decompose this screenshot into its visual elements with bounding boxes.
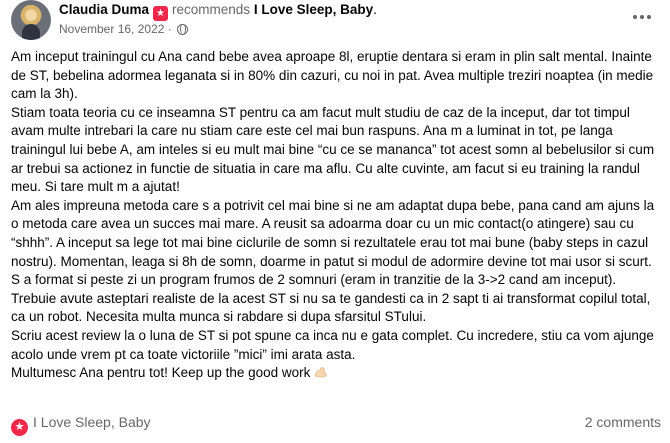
recommend-badge-icon: ★ [153, 6, 169, 21]
dot [640, 15, 644, 19]
post-meta: November 16, 2022 · [59, 22, 189, 36]
globe-icon[interactable] [177, 24, 189, 35]
post-date[interactable]: November 16, 2022 [59, 22, 164, 36]
flexed-biceps-emoji [314, 367, 327, 378]
post-paragraph: Trebuie avute asteptari realiste de la a… [11, 290, 651, 325]
page-name-link[interactable]: I Love Sleep, Baby [254, 2, 373, 17]
author-avatar[interactable] [11, 0, 51, 40]
post-text: Am inceput trainingul cu Ana cand bebe a… [11, 48, 661, 383]
post-header: Claudia Duma ★ recommends I Love Sleep, Ba… [11, 0, 661, 44]
meta-separator: · [167, 22, 172, 36]
page-footer-label[interactable]: I Love Sleep, Baby [33, 414, 151, 430]
post-paragraph: Am inceput trainingul cu Ana cand bebe a… [11, 49, 654, 102]
author-line: Claudia Duma ★ recommends I Love Sleep, Ba… [59, 2, 377, 21]
review-post-card: Claudia Duma ★ recommends I Love Sleep, Ba… [0, 0, 670, 443]
author-name[interactable]: Claudia Duma [59, 2, 149, 17]
post-paragraph: Stiam toata teoria cu ce inseamna ST pen… [11, 104, 655, 195]
dot [633, 15, 637, 19]
post-paragraph: Am ales impreuna metoda care s a potrivi… [11, 197, 655, 288]
post-footer: ★ I Love Sleep, Baby 2 comments [11, 414, 661, 436]
post-paragraph: Scriu acest review la o luna de ST si po… [11, 327, 654, 362]
post-paragraph: Multumesc Ana pentru tot! Keep up the go… [11, 365, 311, 381]
sentence-period: . [373, 2, 377, 17]
comments-count-link[interactable]: 2 comments [585, 414, 661, 430]
page-footer-link[interactable]: ★ I Love Sleep, Baby [11, 414, 151, 436]
more-options-icon[interactable] [631, 6, 653, 28]
post-paragraph-last: Multumesc Ana pentru tot! Keep up the go… [11, 364, 661, 383]
dot [647, 15, 651, 19]
recommends-label: recommends [172, 2, 251, 17]
star-badge-icon: ★ [11, 419, 28, 436]
